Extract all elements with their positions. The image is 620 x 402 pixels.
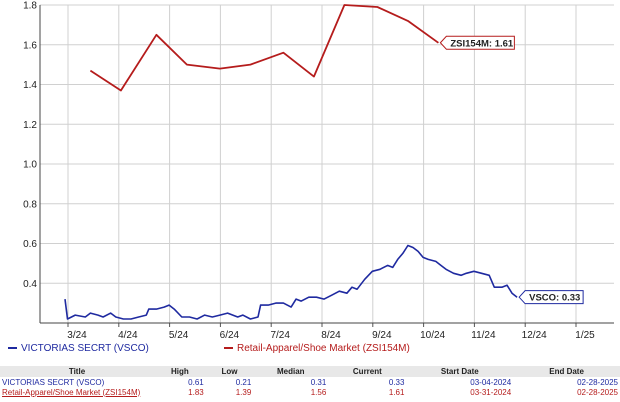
table-row: VICTORIAS SECRT (VSCO) 0.61 0.21 0.31 0.… — [0, 377, 620, 387]
row-high: 1.83 — [188, 387, 204, 397]
stats-table: Title High Low Median Current Start Date… — [0, 366, 620, 397]
y-tick-label: 0.8 — [23, 199, 37, 210]
x-tick-label: 7/24 — [270, 330, 290, 340]
row-low: 1.39 — [235, 387, 252, 397]
y-tick-label: 1.2 — [23, 120, 37, 131]
x-tick-label: 6/24 — [220, 330, 240, 340]
y-axis-ticks: 0.4 0.6 0.8 1.0 1.2 1.4 1.6 1.8 — [23, 1, 37, 290]
row-start-date: 03-31-2024 — [470, 387, 512, 397]
header-current: Current — [328, 366, 407, 377]
row-median: 1.56 — [310, 387, 327, 397]
legend-label-zsi: Retail-Apparel/Shoe Market (ZSI154M) — [237, 343, 410, 354]
stats-header-row: Title High Low Median Current Start Date… — [0, 366, 620, 377]
x-tick-label: 12/24 — [522, 330, 547, 340]
end-label-zsi: ZSI154M: 1.61 — [450, 38, 514, 49]
x-tick-label: 11/24 — [471, 330, 496, 340]
y-tick-label: 0.6 — [23, 239, 37, 250]
x-tick-label: 5/24 — [169, 330, 189, 340]
series-lines — [64, 4, 518, 320]
table-row: Retail-Apparel/Shoe Market (ZSI154M) 1.8… — [0, 387, 620, 397]
y-tick-label: 1.6 — [23, 40, 37, 51]
axes — [39, 5, 614, 327]
row-title[interactable]: VICTORIAS SECRT (VSCO) — [0, 377, 154, 387]
row-end-date: 02-28-2025 — [577, 377, 618, 387]
legend-item-zsi: Retail-Apparel/Shoe Market (ZSI154M) — [224, 343, 410, 354]
legend-item-vsco: VICTORIAS SECRT (VSCO) — [8, 343, 149, 354]
legend-swatch-zsi — [224, 347, 233, 350]
x-tick-label: 9/24 — [372, 330, 392, 340]
legend-label-vsco: VICTORIAS SECRT (VSCO) — [21, 343, 149, 354]
header-median: Median — [253, 366, 329, 377]
row-median: 0.31 — [310, 377, 327, 387]
line-chart: 0.4 0.6 0.8 1.0 1.2 1.4 1.6 1.8 3/24 4/24 5/24 6/2… — [23, 1, 614, 340]
row-end-date: 02-28-2025 — [577, 387, 618, 397]
row-title[interactable]: Retail-Apparel/Shoe Market (ZSI154M) — [0, 387, 154, 397]
gridlines — [40, 4, 614, 323]
header-start-date: Start Date — [406, 366, 514, 377]
x-tick-label: 3/24 — [67, 330, 87, 340]
row-start-date: 03-04-2024 — [470, 377, 512, 387]
x-tick-label: 10/24 — [420, 330, 445, 340]
y-tick-label: 1.4 — [23, 80, 37, 91]
header-high: High — [154, 366, 206, 377]
end-label-vsco: VSCO: 0.33 — [529, 293, 580, 304]
row-high: 0.61 — [188, 377, 204, 387]
y-tick-label: 1.0 — [23, 160, 37, 171]
header-end-date: End Date — [513, 366, 620, 377]
row-current: 0.33 — [388, 377, 405, 387]
end-labels: VSCO: 0.33 ZSI154M: 1.61 — [439, 35, 584, 305]
x-tick-label: 4/24 — [118, 330, 138, 340]
row-low: 0.21 — [235, 377, 252, 387]
x-tick-label: 8/24 — [321, 330, 341, 340]
x-axis-ticks: 3/24 4/24 5/24 6/24 7/24 8/24 9/24 10/24 11/24 12… — [67, 330, 595, 340]
y-tick-label: 1.8 — [23, 1, 37, 12]
series-line-zsi — [89, 4, 439, 92]
x-tick-label: 1/25 — [575, 330, 595, 340]
row-current: 1.61 — [388, 387, 405, 397]
y-tick-label: 0.4 — [23, 279, 37, 290]
legend: VICTORIAS SECRT (VSCO) Retail-Apparel/Sh… — [0, 340, 620, 358]
header-title: Title — [0, 366, 154, 377]
legend-swatch-vsco — [8, 347, 17, 350]
header-low: Low — [205, 366, 254, 377]
series-line-vsco — [64, 244, 518, 320]
